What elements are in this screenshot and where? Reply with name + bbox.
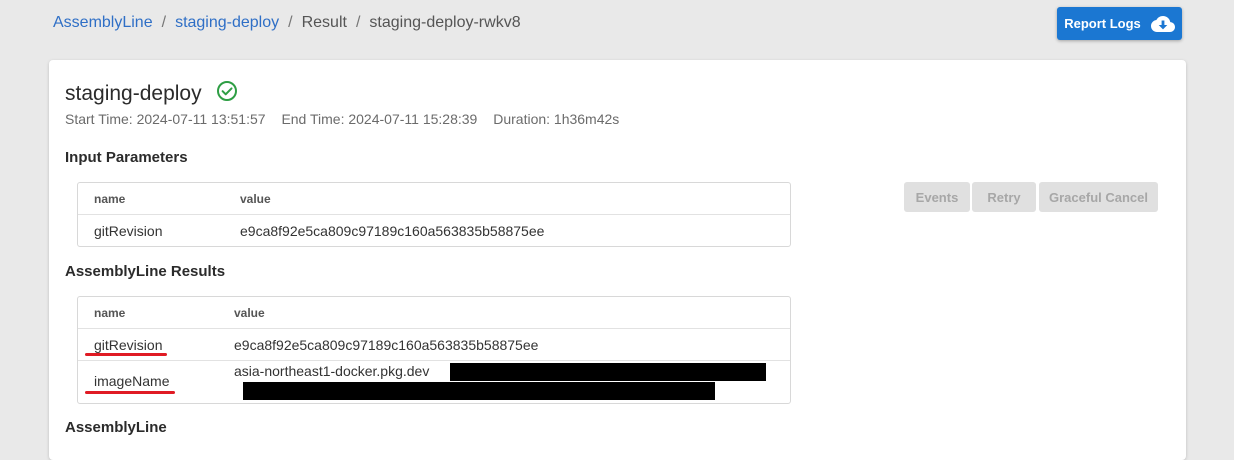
column-header-name: name [94,191,126,206]
results-title: AssemblyLine Results [65,263,226,280]
column-header-value: value [240,191,271,206]
annotation-underline [85,391,175,394]
column-header-name: name [94,305,126,320]
input-parameters-table: name value gitRevision e9ca8f92e5ca809c9… [77,182,791,247]
end-time: End Time: 2024-07-11 15:28:39 [281,111,478,127]
breadcrumb-separator: / [355,14,361,31]
events-button[interactable]: Events [904,182,970,212]
breadcrumb-separator: / [161,14,167,31]
result-name: imageName [94,373,170,389]
result-name: gitRevision [94,336,163,353]
result-card: staging-deploy Start Time: 2024-07-11 13… [49,60,1186,460]
report-logs-label: Report Logs [1064,16,1141,31]
breadcrumb-assemblyline[interactable]: AssemblyLine [53,14,153,32]
redaction-bar [243,382,715,400]
input-parameters-title: Input Parameters [65,149,188,166]
start-time: Start Time: 2024-07-11 13:51:57 [65,111,266,127]
page-title: staging-deploy [65,81,202,105]
graceful-cancel-button[interactable]: Graceful Cancel [1039,182,1158,212]
cloud-download-icon [1150,15,1175,33]
check-circle-icon [216,80,238,107]
table-row: gitRevision e9ca8f92e5ca809c97189c160a56… [78,328,790,360]
param-name: gitRevision [94,222,163,239]
breadcrumb-current: staging-deploy-rwkv8 [369,14,521,31]
redaction-bar [450,363,766,381]
run-meta: Start Time: 2024-07-11 13:51:57 End Time… [65,111,631,127]
result-value: e9ca8f92e5ca809c97189c160a563835b58875ee [234,336,539,353]
table-header: name value [78,297,790,328]
report-logs-button[interactable]: Report Logs [1057,7,1182,40]
breadcrumb-result: Result [301,14,347,31]
annotation-underline [85,353,167,356]
table-header: name value [78,183,790,214]
duration: Duration: 1h36m42s [493,111,620,127]
table-row: gitRevision e9ca8f92e5ca809c97189c160a56… [78,214,790,246]
assemblyline-section-title: AssemblyLine [65,419,167,436]
param-value: e9ca8f92e5ca809c97189c160a563835b58875ee [240,222,545,239]
breadcrumb: AssemblyLine / staging-deploy / Result /… [53,13,521,33]
retry-button[interactable]: Retry [972,182,1036,212]
breadcrumb-staging-deploy[interactable]: staging-deploy [175,14,279,32]
column-header-value: value [234,305,265,320]
breadcrumb-separator: / [288,14,293,31]
